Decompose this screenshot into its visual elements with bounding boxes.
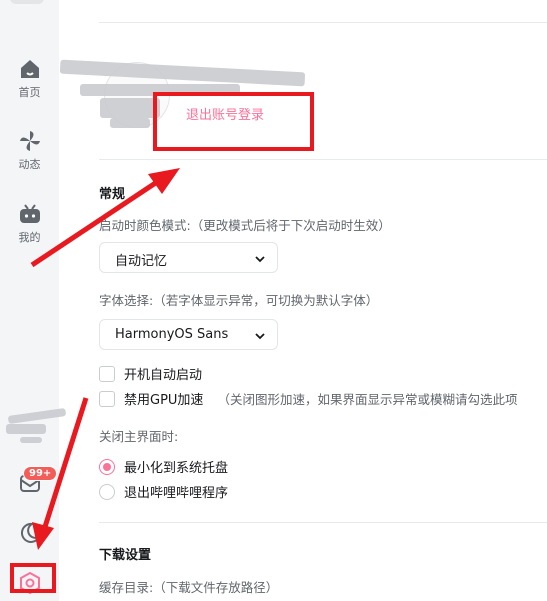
annotation-arrow-down (41, 397, 89, 531)
annotation-arrows (30, 168, 180, 550)
annotation-arrowhead (32, 522, 54, 550)
annotation-arrow-up (30, 177, 162, 268)
annotation-arrowhead (148, 168, 180, 194)
